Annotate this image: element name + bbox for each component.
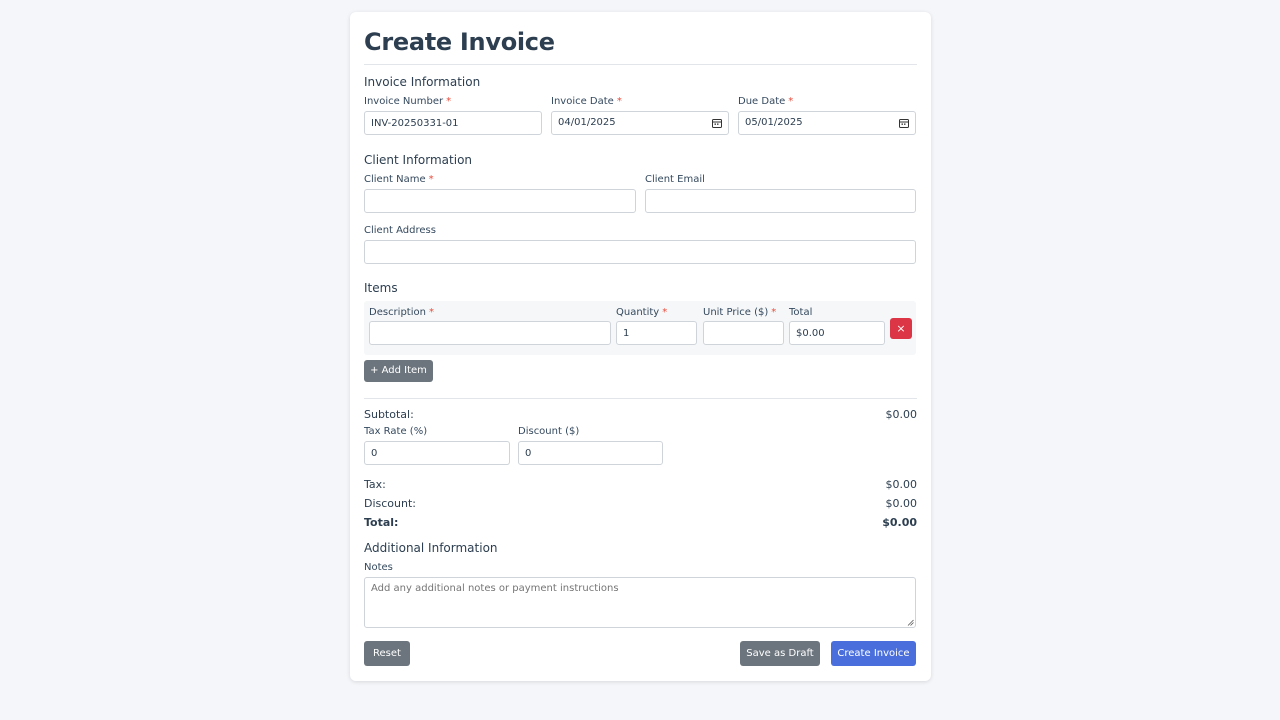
- due-date-label: Due Date *: [738, 96, 794, 107]
- total-label: Total:: [364, 516, 399, 529]
- client-address-label: Client Address: [364, 225, 436, 236]
- discount-value: $0.00: [885, 497, 918, 510]
- client-email-label: Client Email: [645, 174, 705, 185]
- required-mark: *: [771, 307, 777, 318]
- invoice-number-input[interactable]: [364, 111, 542, 135]
- notes-label: Notes: [364, 562, 393, 573]
- item-quantity-input[interactable]: [616, 321, 697, 345]
- due-date-value: 05/01/2025: [745, 117, 803, 128]
- invoice-number-label: Invoice Number *: [364, 96, 452, 107]
- discount-label: Discount:: [364, 497, 416, 510]
- col-unit-price-label: Unit Price ($) *: [703, 307, 777, 318]
- total-value: $0.00: [882, 516, 917, 529]
- discount-input-label: Discount ($): [518, 426, 580, 437]
- required-mark: *: [428, 307, 434, 318]
- subtotal-label: Subtotal:: [364, 408, 414, 421]
- title-divider: [364, 64, 917, 65]
- client-name-input[interactable]: [364, 189, 636, 213]
- save-draft-button[interactable]: Save as Draft: [740, 641, 820, 666]
- required-mark: *: [428, 174, 434, 185]
- tax-value: $0.00: [885, 478, 918, 491]
- create-invoice-button[interactable]: Create Invoice: [831, 641, 916, 666]
- client-info-heading: Client Information: [364, 153, 473, 167]
- col-description-label: Description *: [369, 307, 434, 318]
- resize-handle-icon[interactable]: [907, 619, 914, 626]
- add-item-button[interactable]: + Add Item: [364, 360, 433, 382]
- required-mark: *: [446, 96, 452, 107]
- tax-label: Tax:: [364, 478, 386, 491]
- item-description-input[interactable]: [369, 321, 611, 345]
- required-mark: *: [616, 96, 622, 107]
- items-divider: [364, 398, 917, 399]
- tax-rate-input[interactable]: [364, 441, 510, 465]
- reset-button[interactable]: Reset: [364, 641, 410, 666]
- col-total-label: Total: [789, 307, 813, 318]
- calendar-icon[interactable]: [712, 118, 722, 128]
- client-address-input[interactable]: [364, 240, 916, 264]
- remove-item-button[interactable]: ×: [890, 318, 912, 339]
- invoice-info-heading: Invoice Information: [364, 75, 481, 89]
- invoice-form-card: Create Invoice Invoice Information Invoi…: [350, 12, 931, 681]
- discount-input[interactable]: [518, 441, 663, 465]
- due-date-input[interactable]: 05/01/2025: [738, 111, 916, 135]
- items-heading: Items: [364, 281, 398, 295]
- item-unit-price-input[interactable]: [703, 321, 784, 345]
- client-email-input[interactable]: [645, 189, 916, 213]
- invoice-date-value: 04/01/2025: [558, 117, 616, 128]
- notes-container: [364, 577, 916, 628]
- page-title: Create Invoice: [364, 28, 555, 56]
- client-name-label: Client Name *: [364, 174, 434, 185]
- tax-rate-label: Tax Rate (%): [364, 426, 428, 437]
- notes-textarea[interactable]: [364, 577, 916, 628]
- invoice-date-input[interactable]: 04/01/2025: [551, 111, 729, 135]
- subtotal-value: $0.00: [885, 408, 918, 421]
- additional-info-heading: Additional Information: [364, 541, 498, 555]
- calendar-icon[interactable]: [899, 118, 909, 128]
- invoice-date-label: Invoice Date *: [551, 96, 622, 107]
- col-quantity-label: Quantity *: [616, 307, 668, 318]
- required-mark: *: [662, 307, 668, 318]
- item-total-field: [789, 321, 885, 345]
- required-mark: *: [788, 96, 794, 107]
